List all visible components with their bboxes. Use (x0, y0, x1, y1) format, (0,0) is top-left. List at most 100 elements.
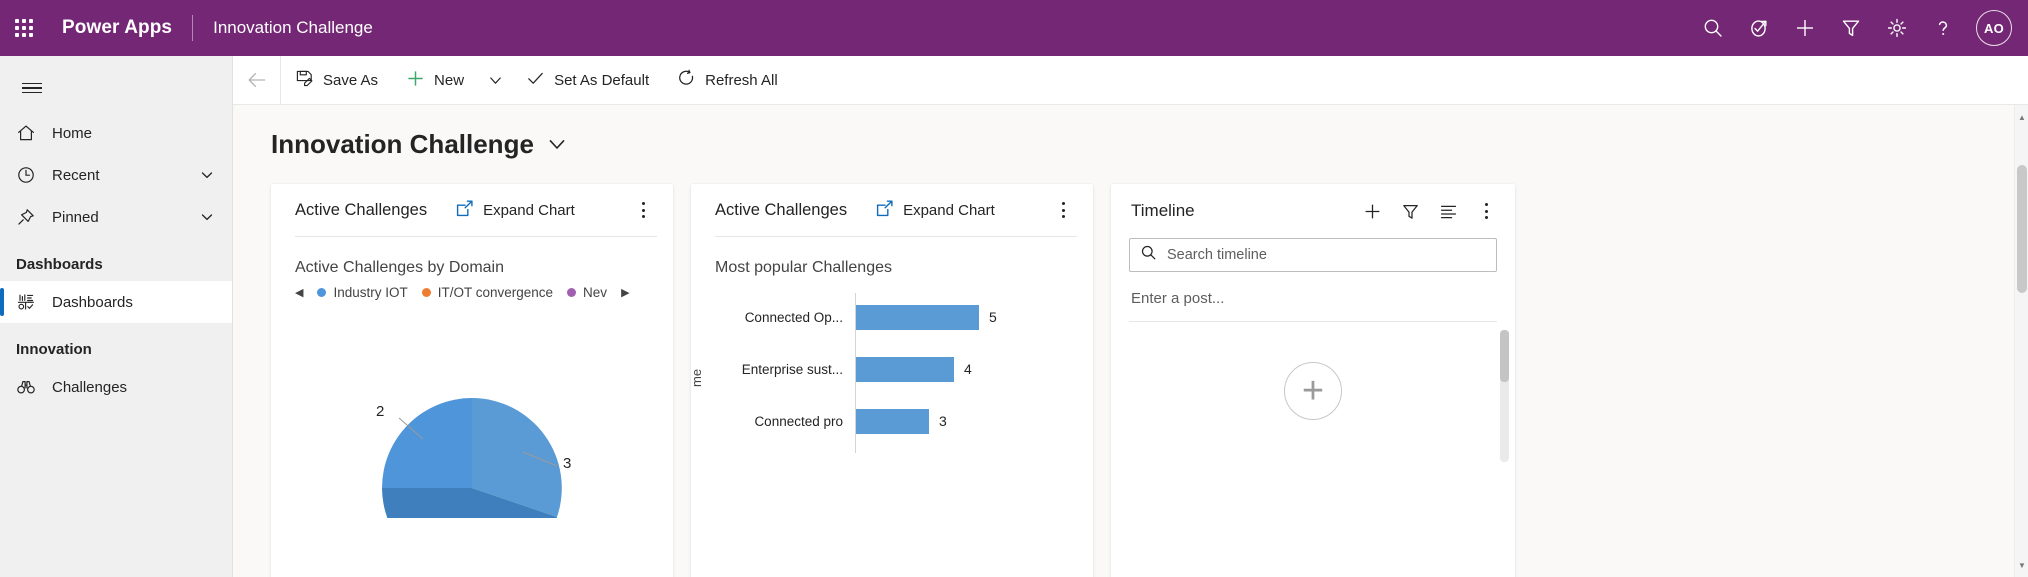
bar-value-label: 4 (964, 361, 972, 377)
page-content: Innovation Challenge Active Challenges E… (233, 105, 2028, 577)
legend-color-swatch (422, 288, 431, 297)
app-bar-actions: AO (1690, 0, 2028, 56)
set-as-default-button[interactable]: Set As Default (512, 56, 663, 104)
pie-chart: 2 3 (271, 308, 673, 518)
bar-value-label: 3 (939, 413, 947, 429)
pie-data-label: 3 (563, 455, 571, 472)
bar-row[interactable]: Connected Op... 5 (705, 291, 1093, 343)
command-bar: Save As New Set As Default Refresh All (233, 56, 2028, 105)
pin-icon (16, 207, 44, 227)
page-scrollbar[interactable]: ▲ ▼ (2014, 105, 2028, 577)
legend-item[interactable]: Nev (567, 285, 607, 300)
kebab-dots (1472, 195, 1500, 227)
bar-chart-axis (855, 293, 856, 453)
more-options-icon[interactable] (1049, 194, 1077, 226)
set-as-default-label: Set As Default (554, 72, 649, 89)
chevron-down-icon[interactable] (200, 210, 214, 224)
bar[interactable] (855, 357, 954, 382)
brand-divider (192, 15, 193, 41)
chart-title: Active Challenges by Domain (271, 237, 673, 277)
sidebar-group-dashboards-title: Dashboards (0, 238, 232, 281)
sidebar-toggle-button[interactable] (8, 64, 56, 112)
card-title: Active Challenges (715, 201, 847, 220)
pie-chart-svg[interactable] (271, 308, 673, 518)
save-as-label: Save As (323, 72, 378, 89)
sidebar-item-home[interactable]: Home (0, 112, 232, 154)
search-icon (1140, 244, 1157, 266)
enter-a-post-field[interactable]: Enter a post... (1111, 272, 1515, 307)
expand-chart-icon (455, 199, 474, 222)
bar-chart[interactable]: me Connected Op... 5 Enterprise sust... … (691, 291, 1093, 447)
page-title-row: Innovation Challenge (233, 105, 2028, 162)
filter-icon[interactable] (1393, 194, 1427, 228)
search-input[interactable] (1167, 247, 1486, 263)
chevron-down-icon[interactable] (200, 168, 214, 182)
chevron-down-icon[interactable] (546, 131, 568, 162)
card-active-challenges-bar: Active Challenges Expand Chart Most popu… (691, 184, 1093, 577)
bar-category-label: Enterprise sust... (705, 362, 855, 377)
page-scrollbar-thumb[interactable] (2017, 165, 2027, 293)
scroll-up-icon[interactable]: ▲ (2015, 109, 2028, 125)
waffle-grid-icon (15, 19, 33, 37)
brand-name[interactable]: Power Apps (62, 17, 172, 39)
bar-category-label: Connected Op... (705, 310, 855, 325)
app-name[interactable]: Innovation Challenge (213, 18, 373, 38)
new-chevron-down-icon[interactable] (478, 56, 512, 104)
legend-item[interactable]: IT/OT convergence (422, 285, 553, 300)
expand-chart-button[interactable]: Expand Chart (875, 199, 995, 222)
expand-chart-label: Expand Chart (903, 202, 995, 219)
app-bar: Power Apps Innovation Challenge AO (0, 0, 2028, 56)
search-icon[interactable] (1690, 0, 1736, 56)
diagnostics-icon[interactable] (1736, 0, 1782, 56)
plus-icon[interactable] (1355, 194, 1389, 228)
legend-color-swatch (317, 288, 326, 297)
bar-row[interactable]: Connected pro 3 (705, 395, 1093, 447)
timeline-header: Timeline (1111, 184, 1515, 238)
sidebar-item-challenges[interactable]: Challenges (0, 366, 232, 408)
card-header: Active Challenges Expand Chart (691, 184, 1093, 236)
expand-chart-icon (875, 199, 894, 222)
search-timeline-field[interactable] (1129, 238, 1497, 272)
more-options-icon[interactable] (629, 194, 657, 226)
back-arrow-icon[interactable] (233, 56, 281, 104)
plus-circle-icon[interactable]: + (1284, 362, 1342, 420)
filter-icon[interactable] (1828, 0, 1874, 56)
save-as-button[interactable]: Save As (281, 56, 392, 104)
bar[interactable] (855, 305, 979, 330)
legend-item[interactable]: Industry IOT (317, 285, 407, 300)
bar-row[interactable]: Enterprise sust... 4 (705, 343, 1093, 395)
waffle-menu-button[interactable] (0, 0, 48, 56)
legend-scroll-right-icon[interactable]: ▶ (621, 286, 629, 299)
sidebar: Home Recent Pinned Dashboards Dashboards… (0, 56, 233, 577)
sidebar-item-recent[interactable]: Recent (0, 154, 232, 196)
bar-track: 4 (855, 357, 1093, 382)
save-as-icon (295, 69, 314, 92)
card-header: Active Challenges Expand Chart (271, 184, 673, 236)
legend-label: Industry IOT (333, 285, 407, 300)
sort-icon[interactable] (1431, 194, 1465, 228)
legend-scroll-left-icon[interactable]: ◀ (295, 286, 303, 299)
avatar[interactable]: AO (1976, 10, 2012, 46)
bar-track: 5 (855, 305, 1093, 330)
plus-icon[interactable] (1782, 0, 1828, 56)
gear-icon[interactable] (1874, 0, 1920, 56)
help-icon[interactable] (1920, 0, 1966, 56)
expand-chart-button[interactable]: Expand Chart (455, 199, 575, 222)
bar[interactable] (855, 409, 929, 434)
timeline-body: + (1111, 322, 1515, 472)
clock-icon (16, 165, 44, 185)
bar-value-label: 5 (989, 309, 997, 325)
timeline-scrollbar[interactable] (1500, 330, 1509, 462)
sidebar-item-label: Dashboards (52, 294, 133, 311)
new-button[interactable]: New (392, 56, 478, 104)
refresh-all-button[interactable]: Refresh All (663, 56, 792, 104)
dashboard-cards: Active Challenges Expand Chart Active Ch… (233, 162, 2028, 577)
legend-label: IT/OT convergence (438, 285, 553, 300)
more-options-icon[interactable] (1469, 194, 1503, 228)
legend-color-swatch (567, 288, 576, 297)
card-timeline: Timeline (1111, 184, 1515, 577)
hamburger-icon (22, 80, 42, 97)
scroll-down-icon[interactable]: ▼ (2015, 557, 2028, 573)
sidebar-item-pinned[interactable]: Pinned (0, 196, 232, 238)
sidebar-item-dashboards[interactable]: Dashboards (0, 281, 232, 323)
